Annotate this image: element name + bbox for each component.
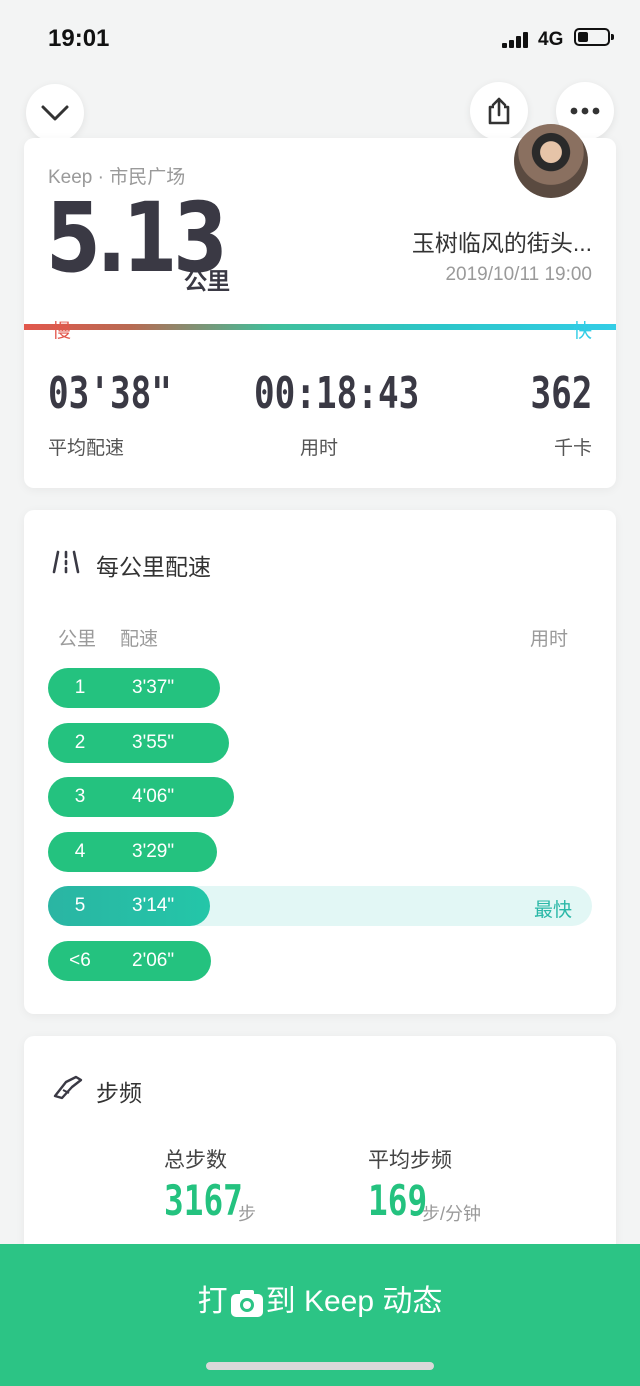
- activity-datetime: 2019/10/11 19:00: [445, 264, 592, 285]
- share-button[interactable]: [470, 82, 528, 140]
- pace-gradient-bar: [24, 324, 616, 330]
- split-row: 1 3'37": [48, 668, 592, 708]
- total-steps-label: 总步数: [164, 1149, 227, 1172]
- avg-cadence-unit: 步/分钟: [422, 1204, 482, 1224]
- calories-label: 千卡: [553, 438, 592, 459]
- avg-pace-value: 03'38": [48, 368, 172, 419]
- split-row: <6 2'06": [48, 941, 592, 981]
- share-icon: [488, 97, 510, 125]
- split-km: <6: [69, 950, 91, 971]
- split-row: 5 3'14" 最快: [48, 886, 592, 927]
- post-label-prefix: 打: [197, 1285, 228, 1318]
- avg-cadence-label: 平均步频: [368, 1149, 452, 1172]
- chevron-down-icon: [41, 105, 69, 121]
- camera-icon: [230, 1290, 263, 1318]
- splits-title: 每公里配速: [96, 554, 211, 580]
- col-time-header: 用时: [529, 629, 568, 650]
- split-row: 3 4'06": [48, 777, 592, 818]
- split-row: 4 3'29": [48, 831, 592, 872]
- total-steps-value: 3167: [164, 1176, 243, 1225]
- more-icon: [570, 107, 600, 115]
- network-type: 4G: [538, 29, 564, 50]
- split-km: 4: [74, 840, 86, 862]
- battery-icon: [574, 28, 614, 46]
- collapse-button[interactable]: [26, 84, 84, 142]
- total-steps-unit: 步: [238, 1204, 256, 1224]
- split-pace-bar: 4 3'29": [48, 831, 217, 872]
- duration-label: 用时: [300, 438, 339, 459]
- split-km: 3: [74, 786, 86, 808]
- split-pace: 4'06": [132, 786, 175, 808]
- duration-value: 00:18:43: [254, 368, 420, 419]
- summary-card: Keep · 市民广场 5.13 公里 玉树临风的街头... 2019/10/1…: [24, 124, 616, 488]
- avg-cadence-value: 169: [368, 1176, 428, 1225]
- home-indicator[interactable]: [206, 1362, 434, 1370]
- split-km: 5: [74, 895, 86, 917]
- slow-label: 慢: [52, 321, 72, 342]
- split-pace-bar: <6 2'06": [48, 941, 211, 981]
- splits-card: 每公里配速 公里 配速 用时 1 3'37" 2 3'55" 3 4'06" 4 3'29" 5…: [24, 510, 616, 1014]
- road-lanes-icon: [52, 550, 80, 574]
- status-bar: 19:01 4G: [0, 0, 640, 80]
- split-pace-bar: 3 4'06": [48, 777, 234, 818]
- user-name[interactable]: 玉树临风的街头...: [412, 224, 592, 258]
- split-km: 2: [74, 731, 86, 753]
- split-pace: 3'29": [132, 840, 175, 862]
- status-time: 19:01: [48, 25, 110, 52]
- cadence-card: 步频 总步数 3167 步 平均步频 169 步/分钟: [24, 1036, 616, 1276]
- split-pace: 3'37": [132, 677, 175, 698]
- split-pace-bar: 1 3'37": [48, 668, 220, 708]
- fastest-tag: 最快: [533, 900, 572, 922]
- calories-value: 362: [530, 368, 592, 419]
- avg-pace-label: 平均配速: [48, 438, 125, 459]
- split-row: 2 3'55": [48, 722, 592, 763]
- avatar[interactable]: [514, 124, 588, 198]
- shoe-icon: [53, 1075, 83, 1100]
- split-pace: 3'55": [132, 731, 175, 753]
- split-km: 1: [74, 677, 86, 698]
- signal-icon: [502, 32, 532, 48]
- cadence-title: 步频: [96, 1080, 142, 1106]
- split-pace-bar: 5 3'14": [48, 886, 210, 927]
- fast-label: 快: [572, 321, 592, 342]
- split-pace: 3'14": [132, 895, 175, 917]
- col-km-header: 公里: [58, 629, 97, 650]
- post-label-suffix: 到 Keep 动态: [265, 1285, 443, 1318]
- split-pace: 2'06": [132, 950, 175, 971]
- distance-unit: 公里: [184, 268, 230, 294]
- split-pace-bar: 2 3'55": [48, 722, 229, 763]
- post-button-label: 打 到 Keep 动态: [0, 1276, 640, 1320]
- col-pace-header: 配速: [120, 629, 159, 650]
